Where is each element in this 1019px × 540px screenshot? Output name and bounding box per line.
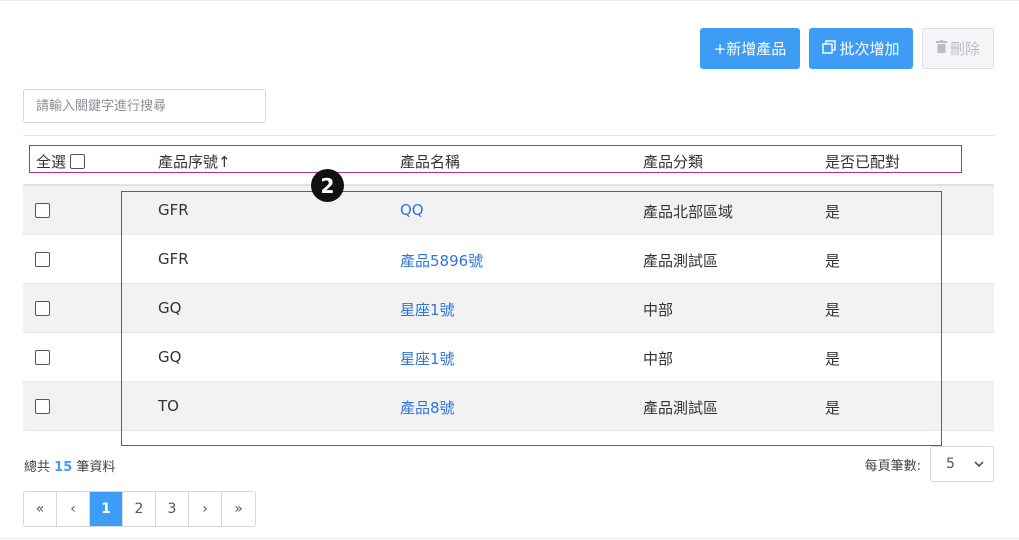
table-row: GFR QQ 產品北部區域 是 <box>23 186 994 235</box>
per-page-label: 每頁筆數: <box>864 458 921 474</box>
delete-button[interactable]: 刪除 <box>922 28 994 69</box>
product-code: GQ <box>158 348 182 366</box>
page-button-3[interactable]: 3 <box>156 492 189 526</box>
product-code: GFR <box>158 250 189 268</box>
per-page-control: 每頁筆數: 5 <box>865 446 994 482</box>
header-product-category[interactable]: 產品分類 <box>643 151 703 172</box>
copy-icon <box>822 39 837 58</box>
header-product-code[interactable]: 產品序號↑ <box>158 151 231 172</box>
row-checkbox[interactable] <box>35 399 50 414</box>
product-category: 中部 <box>643 301 674 319</box>
add-product-label: +新增產品 <box>713 40 787 58</box>
trash-icon <box>935 40 947 57</box>
product-category: 產品測試區 <box>643 399 719 417</box>
annotation-marker: 2 <box>311 169 344 202</box>
total-suffix: 筆資料 <box>76 460 116 475</box>
total-count: 15 <box>54 460 73 475</box>
table-body: GFR QQ 產品北部區域 是 GFR 產品5896號 產品測試區 是 GQ 星… <box>23 186 994 431</box>
row-checkbox[interactable] <box>35 252 50 267</box>
per-page-select[interactable]: 5 <box>930 446 994 482</box>
paired-status: 是 <box>825 399 841 417</box>
product-code: GFR <box>158 201 189 219</box>
add-product-button[interactable]: +新增產品 <box>700 28 800 69</box>
select-all-header: 全選 <box>36 151 86 172</box>
chevron-down-icon <box>974 457 984 468</box>
table-header: 全選 產品序號↑ 產品名稱 產品分類 是否已配對 <box>23 143 994 177</box>
page-button-2[interactable]: 2 <box>123 492 156 526</box>
product-name-link[interactable]: QQ <box>400 201 424 219</box>
product-category: 中部 <box>643 350 674 368</box>
paired-status: 是 <box>825 203 841 221</box>
row-checkbox[interactable] <box>35 203 50 218</box>
row-checkbox[interactable] <box>35 301 50 316</box>
product-name-link[interactable]: 星座1號 <box>400 299 455 320</box>
select-all-checkbox[interactable] <box>70 154 86 169</box>
table-row: TO 產品8號 產品測試區 是 <box>23 382 994 431</box>
select-all-label: 全選 <box>36 153 67 171</box>
product-code: TO <box>158 397 179 415</box>
table-row: GQ 星座1號 中部 是 <box>23 284 994 333</box>
product-name-link[interactable]: 產品5896號 <box>400 250 483 271</box>
product-category: 產品北部區域 <box>643 203 734 221</box>
table-row: GFR 產品5896號 產品測試區 是 <box>23 235 994 284</box>
prev-page-button[interactable]: ‹ <box>57 492 90 526</box>
header-product-name[interactable]: 產品名稱 <box>400 151 460 172</box>
row-checkbox[interactable] <box>35 350 50 365</box>
first-page-button[interactable]: « <box>24 492 57 526</box>
batch-add-label: 批次增加 <box>839 40 900 58</box>
next-page-button[interactable]: › <box>189 492 222 526</box>
per-page-value: 5 <box>946 456 955 472</box>
product-code: GQ <box>158 299 182 317</box>
last-page-button[interactable]: » <box>222 492 255 526</box>
page-button-1[interactable]: 1 <box>90 492 123 526</box>
total-records: 總共 15 筆資料 <box>24 456 115 475</box>
header-paired[interactable]: 是否已配對 <box>825 151 900 172</box>
total-prefix: 總共 <box>24 460 51 475</box>
product-name-link[interactable]: 星座1號 <box>400 348 455 369</box>
paired-status: 是 <box>825 350 841 368</box>
delete-label: 刪除 <box>949 40 980 58</box>
table-top-divider <box>23 135 994 136</box>
paired-status: 是 <box>825 301 841 319</box>
batch-add-button[interactable]: 批次增加 <box>809 28 913 69</box>
table-row: GQ 星座1號 中部 是 <box>23 333 994 382</box>
toolbar: +新增產品 批次增加 刪除 <box>700 28 994 69</box>
pagination: « ‹ 1 2 3 › » <box>23 491 256 527</box>
bottom-divider <box>0 538 1019 539</box>
product-category: 產品測試區 <box>643 252 719 270</box>
top-divider <box>0 0 1019 1</box>
product-name-link[interactable]: 產品8號 <box>400 397 455 418</box>
search-input[interactable] <box>23 89 266 123</box>
paired-status: 是 <box>825 252 841 270</box>
